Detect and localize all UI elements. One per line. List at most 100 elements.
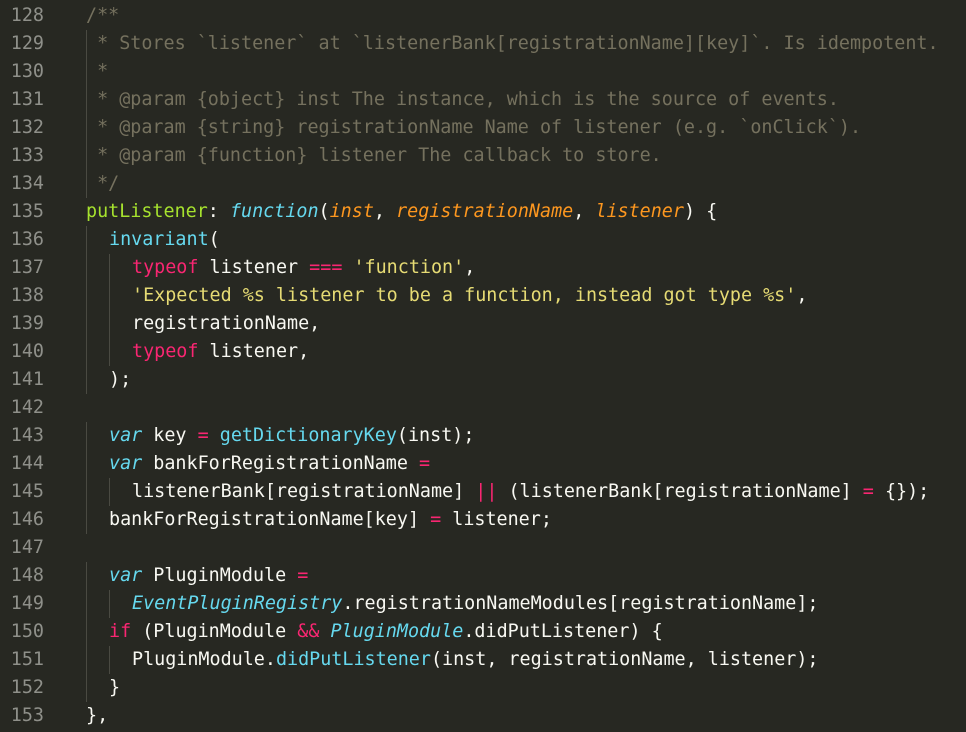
code-line[interactable]: 140 typeof listener, bbox=[0, 338, 966, 366]
token-plain: ) { bbox=[683, 201, 718, 222]
code-line[interactable]: 143 var key = getDictionaryKey(inst); bbox=[0, 422, 966, 450]
token-store-plain: invariant bbox=[109, 229, 209, 250]
token-param: inst bbox=[329, 201, 374, 222]
indent-guide bbox=[86, 646, 87, 674]
code-line[interactable]: 134 */ bbox=[0, 170, 966, 198]
line-number: 144 bbox=[10, 453, 44, 474]
token-store-plain: didPutListener bbox=[275, 649, 431, 670]
token-plain: (PluginModule bbox=[131, 621, 298, 642]
code-text: 'Expected %s listener to be a function, … bbox=[132, 282, 807, 310]
code-line[interactable]: 138 'Expected %s listener to be a functio… bbox=[0, 282, 966, 310]
line-number: 139 bbox=[10, 313, 44, 334]
line-number: 140 bbox=[10, 341, 44, 362]
token-plain: .registrationNameModules[registrationNam… bbox=[342, 593, 819, 614]
line-number: 128 bbox=[10, 5, 44, 26]
token-comment: * @param {function} listener The callbac… bbox=[86, 145, 662, 166]
token-plain: }, bbox=[86, 705, 109, 726]
indent-guide bbox=[86, 338, 87, 366]
token-plain: listener bbox=[198, 257, 310, 278]
code-line[interactable]: 135 putListener: function(inst, registrat… bbox=[0, 198, 966, 226]
code-line[interactable]: 148 var PluginModule = bbox=[0, 562, 966, 590]
code-line[interactable]: 150 if (PluginModule && PluginModule.didP… bbox=[0, 618, 966, 646]
token-kw: === bbox=[309, 257, 343, 278]
code-line[interactable]: 142 bbox=[0, 394, 966, 422]
code-text: typeof listener, bbox=[132, 338, 309, 366]
code-line[interactable]: 132 * @param {string} registrationName N… bbox=[0, 114, 966, 142]
line-number: 149 bbox=[10, 593, 44, 614]
code-line[interactable]: 152} bbox=[0, 674, 966, 702]
token-plain: registrationName, bbox=[132, 313, 321, 334]
code-text: * bbox=[86, 58, 108, 86]
indent-guide bbox=[86, 590, 87, 618]
indent-guide bbox=[86, 506, 87, 534]
line-number: 147 bbox=[10, 537, 44, 558]
token-plain: : bbox=[207, 201, 230, 222]
token-func: putListener bbox=[86, 201, 208, 222]
token-kw: = bbox=[419, 453, 431, 474]
line-number: 131 bbox=[10, 89, 44, 110]
token-plain: , bbox=[573, 201, 596, 222]
token-plain: listener; bbox=[441, 509, 552, 530]
code-line[interactable]: 136 invariant( bbox=[0, 226, 966, 254]
code-line[interactable]: 145 listenerBank[registrationName] || (li… bbox=[0, 478, 966, 506]
code-line[interactable]: 133 * @param {function} listener The cal… bbox=[0, 142, 966, 170]
line-number: 153 bbox=[10, 705, 44, 726]
token-plain: (listenerBank[registrationName] bbox=[497, 481, 863, 502]
code-line[interactable]: 147 bbox=[0, 534, 966, 562]
token-store: function bbox=[229, 201, 319, 222]
token-plain: PluginModule bbox=[142, 565, 298, 586]
code-text: typeof listener === 'function', bbox=[132, 254, 475, 282]
token-str: 'Expected %s listener to be a function, … bbox=[132, 285, 797, 306]
code-line[interactable]: 153}, bbox=[0, 702, 966, 730]
code-text: var key = getDictionaryKey(inst); bbox=[109, 422, 474, 450]
indent-guide bbox=[109, 590, 110, 618]
line-number: 142 bbox=[10, 397, 44, 418]
token-comment: * bbox=[86, 61, 109, 82]
indent-guide bbox=[109, 282, 110, 310]
code-line[interactable]: 129 * Stores `listener` at `listenerBank… bbox=[0, 30, 966, 58]
token-plain: ); bbox=[109, 369, 132, 390]
indent-guide bbox=[109, 254, 110, 282]
code-line[interactable]: 149 EventPluginRegistry.registrationNameM… bbox=[0, 590, 966, 618]
token-plain: ( bbox=[208, 229, 220, 250]
line-number: 133 bbox=[10, 145, 44, 166]
token-comment: * Stores `listener` at `listenerBank[reg… bbox=[86, 33, 939, 54]
code-line[interactable]: 139 registrationName, bbox=[0, 310, 966, 338]
code-line[interactable]: 141); bbox=[0, 366, 966, 394]
line-number: 148 bbox=[10, 565, 44, 586]
token-param: registrationName bbox=[396, 201, 574, 222]
code-line[interactable]: 146 bankForRegistrationName[key] = listen… bbox=[0, 506, 966, 534]
code-text: EventPluginRegistry.registrationNameModu… bbox=[132, 590, 818, 618]
token-kw: if bbox=[109, 621, 132, 642]
code-line[interactable]: 144 var bankForRegistrationName = bbox=[0, 450, 966, 478]
token-plain: , bbox=[796, 285, 808, 306]
token-plain: ( bbox=[318, 201, 330, 222]
token-comment: * @param {string} registrationName Name … bbox=[86, 117, 862, 138]
indent-guide bbox=[86, 254, 87, 282]
line-number: 138 bbox=[10, 285, 44, 306]
line-number: 132 bbox=[10, 117, 44, 138]
line-number: 137 bbox=[10, 257, 44, 278]
code-line[interactable]: 128 /** bbox=[0, 2, 966, 30]
code-editor[interactable]: 128 /** 129 * Stores `listener` at `listen… bbox=[0, 0, 966, 732]
code-line[interactable]: 137 typeof listener === 'function', bbox=[0, 254, 966, 282]
token-store-plain: getDictionaryKey bbox=[219, 425, 397, 446]
code-line[interactable]: 130 * bbox=[0, 58, 966, 86]
token-kw: = bbox=[430, 509, 442, 530]
line-number: 141 bbox=[10, 369, 44, 390]
line-number: 129 bbox=[10, 33, 44, 54]
code-line[interactable]: 151 PluginModule.didPutListener(inst, reg… bbox=[0, 646, 966, 674]
token-store: var bbox=[109, 453, 143, 474]
indent-guide bbox=[109, 646, 110, 674]
token-plain: (inst, registrationName, listener); bbox=[430, 649, 819, 670]
token-str: 'function' bbox=[353, 257, 465, 278]
code-text: } bbox=[109, 674, 120, 702]
code-line[interactable]: 131 * @param {object} inst The instance,… bbox=[0, 86, 966, 114]
code-text: var bankForRegistrationName = bbox=[109, 450, 430, 478]
indent-guide bbox=[86, 478, 87, 506]
line-number: 151 bbox=[10, 649, 44, 670]
indent-guide bbox=[109, 338, 110, 366]
indent-guide bbox=[86, 366, 87, 394]
token-class: EventPluginRegistry bbox=[132, 593, 343, 614]
